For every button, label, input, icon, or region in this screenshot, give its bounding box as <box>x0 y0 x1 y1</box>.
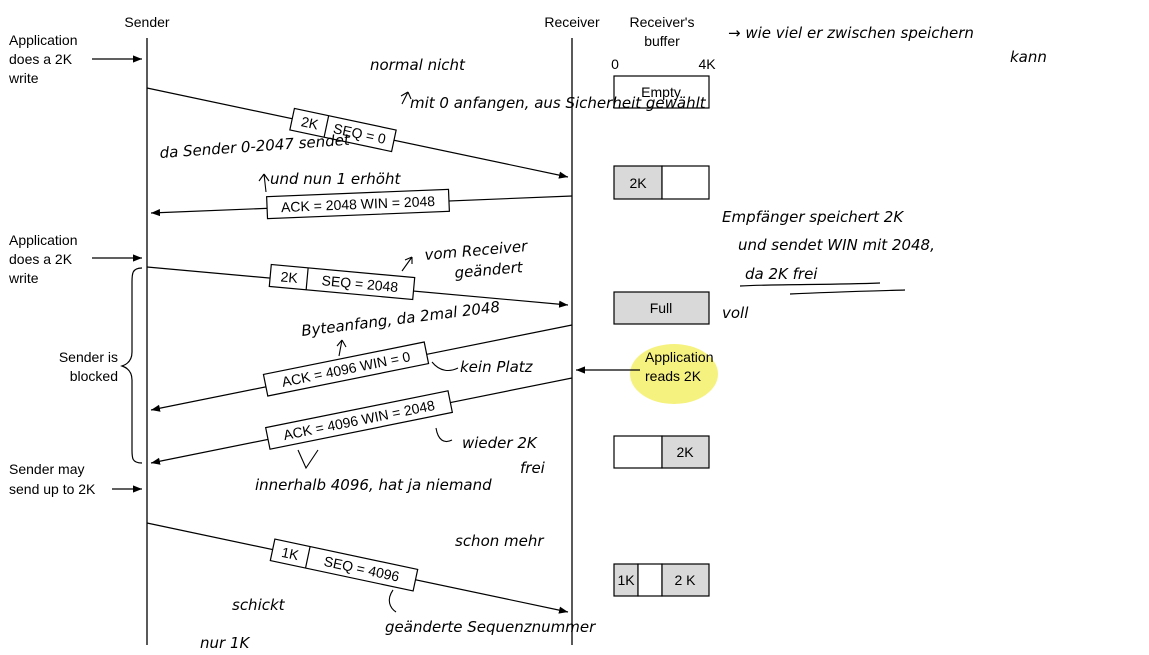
svg-text:→ wie viel er zwischen speiche: → wie viel er zwischen speichern <box>728 24 974 42</box>
svg-text:nur 1K: nur 1K <box>200 634 250 652</box>
svg-text:frei: frei <box>520 459 546 477</box>
note-geaenderte-seq: geänderte Sequenznummer <box>385 589 596 636</box>
label-sender-blocked: Sender is blocked <box>59 349 118 384</box>
note-schickt: schickt nur 1K <box>200 596 286 652</box>
svg-text:does a 2K: does a 2K <box>9 51 73 67</box>
svg-text:und nun 1 erhöht: und nun 1 erhöht <box>270 170 401 188</box>
packet-seq-4096: 1K SEQ = 4096 <box>269 538 419 592</box>
svg-text:Sender is: Sender is <box>59 349 118 365</box>
buffer-title-line2: buffer <box>644 33 680 49</box>
svg-text:blocked: blocked <box>70 368 118 384</box>
buffer-2k-right: 2K <box>613 435 710 469</box>
svg-text:schickt: schickt <box>232 596 286 614</box>
svg-text:normal nicht: normal nicht <box>370 56 466 74</box>
svg-text:Sender may: Sender may <box>9 461 84 477</box>
note-voll: voll <box>722 304 749 322</box>
svg-text:wieder 2K: wieder 2K <box>462 434 538 452</box>
svg-text:write: write <box>8 70 39 86</box>
svg-text:geändert: geändert <box>454 258 525 282</box>
svg-text:2K: 2K <box>676 444 694 460</box>
note-innerhalb: innerhalb 4096, hat ja niemand schon meh… <box>255 449 544 550</box>
svg-text:2K: 2K <box>280 268 299 286</box>
packet-ack-2048-win-2048: ACK = 2048 WIN = 2048 <box>266 188 450 220</box>
label-sender-may-send: Sender may send up to 2K <box>9 461 96 497</box>
svg-text:kann: kann <box>1010 48 1047 66</box>
svg-text:write: write <box>8 270 39 286</box>
note-top-right: → wie viel er zwischen speichern kann <box>728 24 1047 66</box>
svg-text:da 2K frei: da 2K frei <box>745 265 818 283</box>
blocked-brace <box>120 267 143 464</box>
note-receiver: Empfänger speichert 2K und sendet WIN mi… <box>722 208 935 295</box>
svg-text:Application: Application <box>9 32 78 48</box>
label-app-write-1: Application does a 2K write <box>8 32 78 86</box>
note-wieder-frei: wieder 2K frei <box>435 427 546 477</box>
svg-text:2K: 2K <box>629 175 647 191</box>
sliding-window-diagram: Sender Receiver Receiver's buffer 0 4K A… <box>8 14 1047 652</box>
svg-text:Application: Application <box>9 232 78 248</box>
buffer-full: Full <box>613 291 710 325</box>
packet-seq-2048: 2K SEQ = 2048 <box>268 263 416 301</box>
svg-text:geänderte Sequenznummer: geänderte Sequenznummer <box>385 618 596 636</box>
buffer-title-line1: Receiver's <box>630 14 695 30</box>
svg-text:Empfänger speichert 2K: Empfänger speichert 2K <box>722 208 904 226</box>
svg-text:und sendet WIN mit 2048,: und sendet WIN mit 2048, <box>738 236 935 254</box>
svg-text:send up to 2K: send up to 2K <box>9 481 96 497</box>
buffer-scale-max: 4K <box>698 56 716 72</box>
svg-text:Application: Application <box>645 349 714 365</box>
svg-text:schon mehr: schon mehr <box>455 532 544 550</box>
svg-text:2 K: 2 K <box>674 572 696 588</box>
svg-text:Full: Full <box>650 300 673 316</box>
svg-text:reads 2K: reads 2K <box>645 368 702 384</box>
svg-text:does a 2K: does a 2K <box>9 251 73 267</box>
buffer-1k-2k: 1K 2 K <box>613 563 710 597</box>
svg-text:mit 0 anfangen, aus Sicherheit: mit 0 anfangen, aus Sicherheit gewählt <box>410 94 707 112</box>
note-seq-2048: vom Receiver geändert <box>401 237 529 282</box>
receiver-column-title: Receiver <box>544 14 600 30</box>
svg-text:1K: 1K <box>617 572 635 588</box>
packet-ack-4096-win-0: ACK = 4096 WIN = 0 <box>262 341 430 397</box>
svg-text:kein Platz: kein Platz <box>460 358 534 376</box>
buffer-scale-min: 0 <box>611 56 619 72</box>
svg-text:da Sender 0-2047 sendet: da Sender 0-2047 sendet <box>159 131 351 162</box>
sender-column-title: Sender <box>124 14 169 30</box>
label-app-write-2: Application does a 2K write <box>8 232 78 286</box>
buffer-2k-left: 2K <box>613 165 710 200</box>
note-kein-platz: kein Platz <box>431 358 534 376</box>
svg-text:Byteanfang, da 2mal 2048: Byteanfang, da 2mal 2048 <box>300 298 501 340</box>
packet-ack-4096-win-2048: ACK = 4096 WIN = 2048 <box>264 390 454 450</box>
svg-text:innerhalb 4096, hat ja niemand: innerhalb 4096, hat ja niemand <box>255 476 492 494</box>
